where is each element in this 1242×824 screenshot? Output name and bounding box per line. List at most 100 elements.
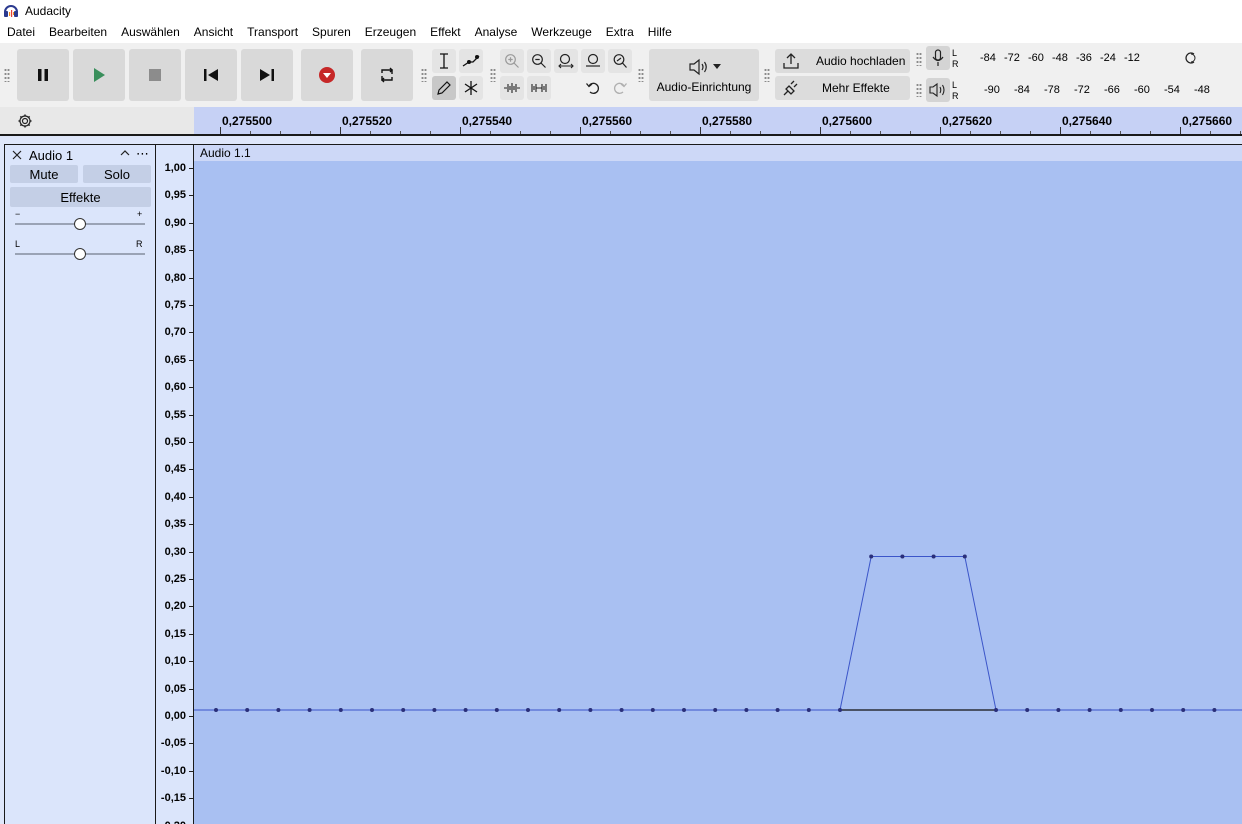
amplitude-ruler[interactable]: 1,00 0,95 0,90 0,85 0,80 0,75 0,70 0,65 0,60 0,55… bbox=[155, 144, 194, 824]
track-name[interactable]: Audio 1 bbox=[29, 148, 73, 163]
sample-point[interactable] bbox=[1181, 708, 1186, 712]
amplitude-tick bbox=[189, 414, 193, 416]
play-button[interactable] bbox=[73, 49, 125, 101]
menu-effect[interactable]: Effekt bbox=[423, 22, 467, 43]
mute-button[interactable]: Mute bbox=[10, 165, 78, 183]
sample-point[interactable] bbox=[713, 708, 718, 712]
toolbar-grip-icon[interactable] bbox=[4, 68, 10, 82]
record-meter-grip-icon[interactable] bbox=[916, 52, 922, 66]
timeline-ruler[interactable]: 0,275500 0,275520 0,275540 0,275560 0,275580… bbox=[194, 107, 1242, 135]
zoom-out-button[interactable] bbox=[527, 49, 551, 73]
more-effects-button[interactable]: Mehr Effekte bbox=[775, 76, 910, 100]
fit-selection-button[interactable] bbox=[554, 49, 578, 73]
sample-point[interactable] bbox=[245, 708, 250, 712]
timeline-settings-icon[interactable] bbox=[17, 113, 33, 129]
close-track-icon[interactable] bbox=[12, 150, 22, 160]
sample-point[interactable] bbox=[744, 708, 749, 712]
playback-meter[interactable]: L R -90 -84 -78 -72 -66 -60 -54 -48 bbox=[926, 78, 1242, 102]
tools-grip-icon[interactable] bbox=[421, 68, 427, 82]
record-meter[interactable]: L R -84 -72 -60 -48 -36 -24 -12 bbox=[926, 46, 1242, 70]
menu-view[interactable]: Ansicht bbox=[187, 22, 240, 43]
sample-point[interactable] bbox=[650, 708, 655, 712]
sample-point[interactable] bbox=[526, 708, 530, 712]
sample-point[interactable] bbox=[494, 708, 499, 712]
sample-point[interactable] bbox=[1087, 708, 1092, 712]
loop-button[interactable] bbox=[361, 49, 413, 101]
redo-icon bbox=[614, 82, 627, 94]
track-menu-icon[interactable]: ⋯ bbox=[136, 146, 149, 162]
chevron-up-icon[interactable] bbox=[120, 149, 130, 157]
clip-header[interactable]: Audio 1.1 bbox=[194, 145, 1242, 161]
fit-project-button[interactable] bbox=[581, 49, 605, 73]
toolbar: Audio-Einrichtung Audio hochladen Mehr E… bbox=[0, 43, 1242, 107]
share-grip-icon[interactable] bbox=[764, 68, 770, 82]
sample-point[interactable] bbox=[1056, 708, 1061, 712]
envelope-tool-button[interactable] bbox=[459, 49, 483, 73]
multi-tool-button[interactable] bbox=[459, 76, 483, 100]
meter-options-icon[interactable] bbox=[1184, 51, 1198, 65]
sample-point[interactable] bbox=[900, 554, 905, 559]
zoom-toggle-button[interactable] bbox=[608, 49, 632, 73]
sample-point[interactable] bbox=[276, 708, 281, 712]
share-audio-button[interactable]: Audio hochladen bbox=[775, 49, 910, 73]
sample-point[interactable] bbox=[401, 708, 406, 712]
edit-grip-icon[interactable] bbox=[490, 68, 496, 82]
sample-point[interactable] bbox=[1118, 708, 1123, 712]
solo-button[interactable]: Solo bbox=[83, 165, 151, 183]
audio-setup-button[interactable]: Audio-Einrichtung bbox=[649, 49, 759, 101]
sample-point[interactable] bbox=[214, 708, 218, 712]
sample-point[interactable] bbox=[931, 554, 936, 559]
sample-point[interactable] bbox=[838, 708, 842, 712]
redo-button[interactable] bbox=[608, 76, 632, 100]
record-button[interactable] bbox=[301, 49, 353, 101]
sample-point[interactable] bbox=[432, 708, 437, 712]
sample-point[interactable] bbox=[1212, 708, 1217, 712]
track-control-panel[interactable]: Audio 1 ⋯ Mute Solo Effekte − + L R bbox=[4, 144, 155, 824]
menu-extra[interactable]: Extra bbox=[599, 22, 641, 43]
sample-point[interactable] bbox=[463, 708, 468, 712]
zoom-in-button[interactable] bbox=[500, 49, 524, 73]
draw-tool-button[interactable] bbox=[432, 76, 456, 100]
menu-tools[interactable]: Werkzeuge bbox=[524, 22, 598, 43]
sample-point[interactable] bbox=[994, 708, 998, 712]
selection-tool-button[interactable] bbox=[432, 49, 456, 73]
effects-button[interactable]: Effekte bbox=[10, 187, 151, 207]
sample-point[interactable] bbox=[338, 708, 343, 712]
playback-meter-tick: -90 bbox=[984, 84, 1000, 96]
menu-select[interactable]: Auswählen bbox=[114, 22, 187, 43]
trim-audio-button[interactable] bbox=[500, 76, 524, 100]
sample-point[interactable] bbox=[682, 708, 686, 712]
stop-button[interactable] bbox=[129, 49, 181, 101]
sample-point[interactable] bbox=[962, 554, 967, 559]
menu-edit[interactable]: Bearbeiten bbox=[42, 22, 114, 43]
pause-button[interactable] bbox=[17, 49, 69, 101]
skip-to-end-button[interactable] bbox=[241, 49, 293, 101]
pan-slider-thumb[interactable] bbox=[74, 248, 86, 260]
silence-audio-button[interactable] bbox=[527, 76, 551, 100]
sample-point[interactable] bbox=[869, 554, 874, 559]
sample-point[interactable] bbox=[370, 708, 374, 712]
menu-generate[interactable]: Erzeugen bbox=[358, 22, 423, 43]
undo-button[interactable] bbox=[581, 76, 605, 100]
skip-to-start-button[interactable] bbox=[185, 49, 237, 101]
play-meter-grip-icon[interactable] bbox=[916, 83, 922, 97]
sample-point[interactable] bbox=[557, 708, 562, 712]
menu-transport[interactable]: Transport bbox=[240, 22, 305, 43]
gain-slider-thumb[interactable] bbox=[74, 218, 86, 230]
sample-point[interactable] bbox=[806, 708, 811, 712]
sample-point[interactable] bbox=[775, 708, 780, 712]
menu-analyze[interactable]: Analyse bbox=[468, 22, 525, 43]
waveform[interactable] bbox=[194, 161, 1242, 824]
sample-point[interactable] bbox=[619, 708, 624, 712]
sample-point[interactable] bbox=[1150, 708, 1154, 712]
playback-meter-button[interactable] bbox=[926, 78, 950, 102]
sample-point[interactable] bbox=[307, 708, 312, 712]
playback-meter-tick: -78 bbox=[1044, 84, 1060, 96]
record-meter-button[interactable] bbox=[926, 46, 950, 70]
sample-point[interactable] bbox=[1025, 708, 1030, 712]
menu-file[interactable]: Datei bbox=[0, 22, 42, 43]
menu-tracks[interactable]: Spuren bbox=[305, 22, 358, 43]
audio-setup-grip-icon[interactable] bbox=[638, 68, 644, 82]
menu-help[interactable]: Hilfe bbox=[641, 22, 679, 43]
sample-point[interactable] bbox=[588, 708, 593, 712]
